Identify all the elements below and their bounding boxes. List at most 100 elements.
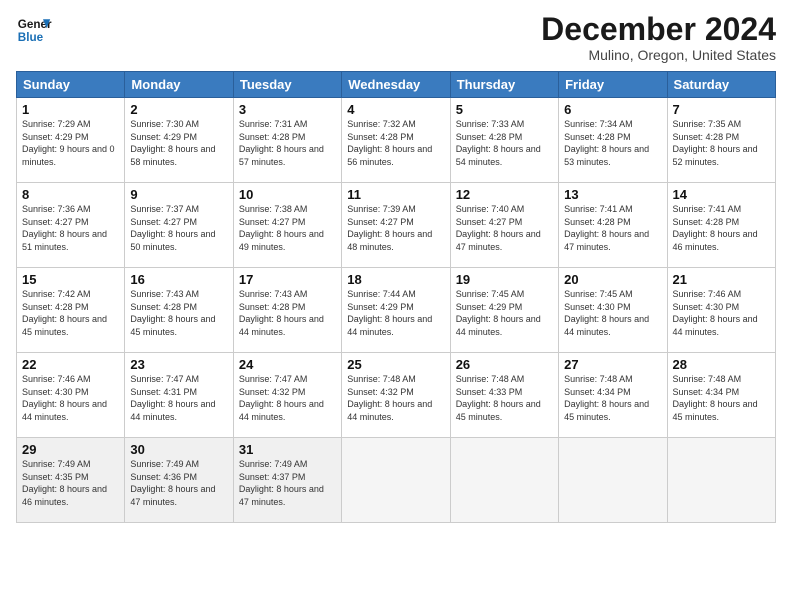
day-cell: 30 Sunrise: 7:49 AMSunset: 4:36 PMDaylig…	[125, 438, 233, 523]
svg-text:Blue: Blue	[18, 31, 44, 44]
day-cell: 11 Sunrise: 7:39 AMSunset: 4:27 PMDaylig…	[342, 183, 450, 268]
day-info: Sunrise: 7:41 AMSunset: 4:28 PMDaylight:…	[673, 204, 758, 252]
day-cell: 4 Sunrise: 7:32 AMSunset: 4:28 PMDayligh…	[342, 98, 450, 183]
day-number: 25	[347, 357, 444, 372]
col-wednesday: Wednesday	[342, 72, 450, 98]
day-info: Sunrise: 7:38 AMSunset: 4:27 PMDaylight:…	[239, 204, 324, 252]
logo-icon: General Blue	[16, 12, 52, 48]
day-info: Sunrise: 7:46 AMSunset: 4:30 PMDaylight:…	[673, 289, 758, 337]
day-cell: 10 Sunrise: 7:38 AMSunset: 4:27 PMDaylig…	[233, 183, 341, 268]
day-info: Sunrise: 7:44 AMSunset: 4:29 PMDaylight:…	[347, 289, 432, 337]
day-number: 22	[22, 357, 119, 372]
day-info: Sunrise: 7:43 AMSunset: 4:28 PMDaylight:…	[130, 289, 215, 337]
day-cell: 7 Sunrise: 7:35 AMSunset: 4:28 PMDayligh…	[667, 98, 775, 183]
day-number: 21	[673, 272, 770, 287]
day-info: Sunrise: 7:31 AMSunset: 4:28 PMDaylight:…	[239, 119, 324, 167]
day-cell: 19 Sunrise: 7:45 AMSunset: 4:29 PMDaylig…	[450, 268, 558, 353]
day-number: 10	[239, 187, 336, 202]
day-number: 3	[239, 102, 336, 117]
col-friday: Friday	[559, 72, 667, 98]
day-cell: 28 Sunrise: 7:48 AMSunset: 4:34 PMDaylig…	[667, 353, 775, 438]
day-number: 30	[130, 442, 227, 457]
day-cell: 8 Sunrise: 7:36 AMSunset: 4:27 PMDayligh…	[17, 183, 125, 268]
day-info: Sunrise: 7:37 AMSunset: 4:27 PMDaylight:…	[130, 204, 215, 252]
header: General Blue December 2024 Mulino, Orego…	[16, 12, 776, 63]
col-monday: Monday	[125, 72, 233, 98]
day-number: 7	[673, 102, 770, 117]
logo: General Blue	[16, 12, 54, 48]
day-number: 16	[130, 272, 227, 287]
day-info: Sunrise: 7:42 AMSunset: 4:28 PMDaylight:…	[22, 289, 107, 337]
day-info: Sunrise: 7:43 AMSunset: 4:28 PMDaylight:…	[239, 289, 324, 337]
day-cell: 29 Sunrise: 7:49 AMSunset: 4:35 PMDaylig…	[17, 438, 125, 523]
day-info: Sunrise: 7:46 AMSunset: 4:30 PMDaylight:…	[22, 374, 107, 422]
day-info: Sunrise: 7:45 AMSunset: 4:29 PMDaylight:…	[456, 289, 541, 337]
location: Mulino, Oregon, United States	[541, 47, 776, 63]
day-cell: 17 Sunrise: 7:43 AMSunset: 4:28 PMDaylig…	[233, 268, 341, 353]
day-cell: 25 Sunrise: 7:48 AMSunset: 4:32 PMDaylig…	[342, 353, 450, 438]
day-number: 29	[22, 442, 119, 457]
day-number: 15	[22, 272, 119, 287]
day-cell	[342, 438, 450, 523]
calendar-header-row: Sunday Monday Tuesday Wednesday Thursday…	[17, 72, 776, 98]
day-info: Sunrise: 7:47 AMSunset: 4:31 PMDaylight:…	[130, 374, 215, 422]
day-number: 6	[564, 102, 661, 117]
day-cell: 21 Sunrise: 7:46 AMSunset: 4:30 PMDaylig…	[667, 268, 775, 353]
day-number: 2	[130, 102, 227, 117]
day-info: Sunrise: 7:39 AMSunset: 4:27 PMDaylight:…	[347, 204, 432, 252]
day-info: Sunrise: 7:48 AMSunset: 4:34 PMDaylight:…	[564, 374, 649, 422]
day-number: 20	[564, 272, 661, 287]
day-cell: 3 Sunrise: 7:31 AMSunset: 4:28 PMDayligh…	[233, 98, 341, 183]
day-cell: 12 Sunrise: 7:40 AMSunset: 4:27 PMDaylig…	[450, 183, 558, 268]
day-cell	[667, 438, 775, 523]
title-block: December 2024 Mulino, Oregon, United Sta…	[541, 12, 776, 63]
month-title: December 2024	[541, 12, 776, 47]
day-info: Sunrise: 7:45 AMSunset: 4:30 PMDaylight:…	[564, 289, 649, 337]
day-info: Sunrise: 7:41 AMSunset: 4:28 PMDaylight:…	[564, 204, 649, 252]
day-info: Sunrise: 7:49 AMSunset: 4:36 PMDaylight:…	[130, 459, 215, 507]
col-tuesday: Tuesday	[233, 72, 341, 98]
day-cell: 18 Sunrise: 7:44 AMSunset: 4:29 PMDaylig…	[342, 268, 450, 353]
week-row-5: 29 Sunrise: 7:49 AMSunset: 4:35 PMDaylig…	[17, 438, 776, 523]
day-number: 13	[564, 187, 661, 202]
day-number: 5	[456, 102, 553, 117]
day-cell: 13 Sunrise: 7:41 AMSunset: 4:28 PMDaylig…	[559, 183, 667, 268]
day-cell	[559, 438, 667, 523]
day-info: Sunrise: 7:29 AMSunset: 4:29 PMDaylight:…	[22, 119, 115, 167]
day-number: 4	[347, 102, 444, 117]
day-cell: 9 Sunrise: 7:37 AMSunset: 4:27 PMDayligh…	[125, 183, 233, 268]
week-row-1: 1 Sunrise: 7:29 AMSunset: 4:29 PMDayligh…	[17, 98, 776, 183]
day-cell: 1 Sunrise: 7:29 AMSunset: 4:29 PMDayligh…	[17, 98, 125, 183]
day-number: 27	[564, 357, 661, 372]
day-cell: 23 Sunrise: 7:47 AMSunset: 4:31 PMDaylig…	[125, 353, 233, 438]
page: General Blue December 2024 Mulino, Orego…	[0, 0, 792, 612]
day-info: Sunrise: 7:49 AMSunset: 4:37 PMDaylight:…	[239, 459, 324, 507]
day-number: 17	[239, 272, 336, 287]
day-info: Sunrise: 7:40 AMSunset: 4:27 PMDaylight:…	[456, 204, 541, 252]
day-cell	[450, 438, 558, 523]
day-cell: 5 Sunrise: 7:33 AMSunset: 4:28 PMDayligh…	[450, 98, 558, 183]
day-number: 1	[22, 102, 119, 117]
day-cell: 2 Sunrise: 7:30 AMSunset: 4:29 PMDayligh…	[125, 98, 233, 183]
week-row-4: 22 Sunrise: 7:46 AMSunset: 4:30 PMDaylig…	[17, 353, 776, 438]
day-info: Sunrise: 7:48 AMSunset: 4:32 PMDaylight:…	[347, 374, 432, 422]
day-info: Sunrise: 7:36 AMSunset: 4:27 PMDaylight:…	[22, 204, 107, 252]
day-number: 18	[347, 272, 444, 287]
day-number: 12	[456, 187, 553, 202]
day-cell: 16 Sunrise: 7:43 AMSunset: 4:28 PMDaylig…	[125, 268, 233, 353]
day-cell: 6 Sunrise: 7:34 AMSunset: 4:28 PMDayligh…	[559, 98, 667, 183]
day-cell: 24 Sunrise: 7:47 AMSunset: 4:32 PMDaylig…	[233, 353, 341, 438]
day-number: 24	[239, 357, 336, 372]
week-row-3: 15 Sunrise: 7:42 AMSunset: 4:28 PMDaylig…	[17, 268, 776, 353]
day-cell: 31 Sunrise: 7:49 AMSunset: 4:37 PMDaylig…	[233, 438, 341, 523]
day-cell: 27 Sunrise: 7:48 AMSunset: 4:34 PMDaylig…	[559, 353, 667, 438]
day-cell: 14 Sunrise: 7:41 AMSunset: 4:28 PMDaylig…	[667, 183, 775, 268]
day-cell: 22 Sunrise: 7:46 AMSunset: 4:30 PMDaylig…	[17, 353, 125, 438]
day-number: 11	[347, 187, 444, 202]
col-saturday: Saturday	[667, 72, 775, 98]
day-info: Sunrise: 7:30 AMSunset: 4:29 PMDaylight:…	[130, 119, 215, 167]
day-info: Sunrise: 7:48 AMSunset: 4:34 PMDaylight:…	[673, 374, 758, 422]
day-number: 28	[673, 357, 770, 372]
day-number: 8	[22, 187, 119, 202]
day-number: 23	[130, 357, 227, 372]
